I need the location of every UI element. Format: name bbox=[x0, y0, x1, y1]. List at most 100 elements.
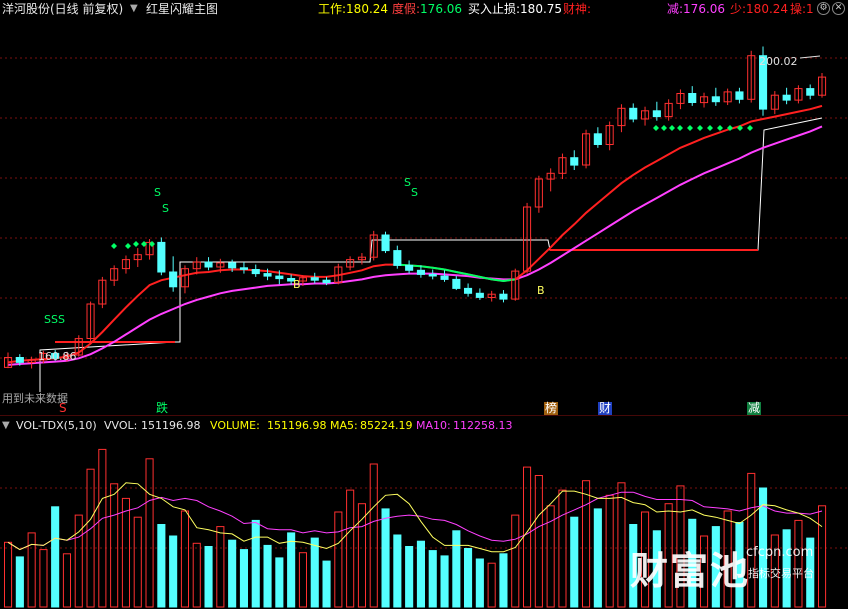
candle-body bbox=[204, 261, 213, 268]
high-price-label: 200.02 bbox=[759, 55, 798, 68]
candle-body bbox=[428, 273, 437, 277]
volume-bar bbox=[216, 526, 225, 608]
volume-bar bbox=[133, 516, 142, 608]
volume-value: 151196.98 bbox=[267, 419, 327, 432]
volume-bar bbox=[511, 514, 520, 608]
volume-bar bbox=[440, 555, 449, 608]
volume-bar bbox=[192, 542, 201, 608]
low-price-label: 160.86 bbox=[38, 350, 77, 363]
volume-bar bbox=[452, 530, 461, 608]
candle-body bbox=[169, 271, 178, 288]
volume-bar bbox=[570, 516, 579, 608]
volume-bar bbox=[228, 539, 237, 608]
volume-bar bbox=[110, 483, 119, 608]
buy-diamond bbox=[111, 243, 117, 249]
volume-bar bbox=[593, 508, 602, 608]
ma10-value: 112258.13 bbox=[453, 419, 513, 432]
volume-header: ▼ VOL-TDX(5,10) VVOL: 151196.98 VOLUME: … bbox=[0, 418, 848, 434]
candle-body bbox=[275, 275, 284, 280]
volume-bar bbox=[157, 524, 166, 608]
volume-dropdown-icon[interactable]: ▼ bbox=[2, 419, 10, 433]
buy-diamond bbox=[133, 241, 139, 247]
vvol-value: 151196.98 bbox=[141, 419, 201, 432]
sell-signal-label: S bbox=[154, 186, 161, 199]
buy-diamond bbox=[661, 125, 667, 131]
volume-bar bbox=[239, 549, 248, 608]
bottom-mark: 减 bbox=[747, 401, 762, 415]
candle-body bbox=[239, 267, 248, 270]
candle-body bbox=[688, 93, 697, 103]
volume-bar bbox=[818, 505, 827, 608]
volume-bar bbox=[357, 503, 366, 608]
candle-body bbox=[735, 91, 744, 100]
buy-diamond bbox=[125, 243, 131, 249]
candle-body bbox=[393, 250, 402, 266]
volume-bar bbox=[534, 475, 543, 608]
bottom-mark: 榜 bbox=[544, 401, 559, 415]
volume-bar bbox=[74, 514, 83, 608]
volume-bar bbox=[428, 550, 437, 608]
volume-bar bbox=[322, 560, 331, 608]
buy-signal-label: B bbox=[293, 278, 301, 291]
ma5-value: 85224.19 bbox=[360, 419, 413, 432]
volume-bar bbox=[605, 494, 614, 608]
ma5-label: MA5: bbox=[330, 419, 358, 432]
volume-bar bbox=[381, 508, 390, 608]
volume-bar bbox=[617, 482, 626, 608]
stop-line bbox=[39, 117, 823, 392]
volume-bar bbox=[310, 537, 319, 608]
bottom-mark: 财 bbox=[598, 401, 613, 415]
volume-bar bbox=[204, 546, 213, 608]
watermark-site: cfcpn.com bbox=[746, 545, 814, 560]
volume-bar bbox=[558, 489, 567, 608]
volume-bar bbox=[169, 535, 178, 608]
volume-label: VOLUME: bbox=[210, 419, 260, 432]
candle-body bbox=[251, 269, 260, 275]
candle-body bbox=[570, 157, 579, 166]
volume-bar bbox=[393, 534, 402, 608]
candle-body bbox=[499, 293, 508, 300]
buy-diamond bbox=[747, 125, 753, 131]
volume-bar bbox=[62, 553, 72, 608]
ma-red-line bbox=[7, 104, 823, 364]
candle-body bbox=[310, 277, 319, 281]
volume-bar bbox=[523, 466, 532, 608]
vvol-label: VVOL: bbox=[104, 419, 138, 432]
buy-diamond bbox=[687, 125, 693, 131]
volume-bar bbox=[298, 552, 307, 608]
ma10-label: MA10: bbox=[416, 419, 451, 432]
buy-signal-label: B bbox=[537, 284, 545, 297]
watermark-logo-text: 财富池 bbox=[630, 549, 751, 593]
candle-body bbox=[15, 357, 24, 363]
candle-body bbox=[405, 264, 414, 271]
volume-bar bbox=[369, 463, 378, 608]
candle-body bbox=[157, 241, 166, 273]
sell-signal-label: S bbox=[162, 202, 169, 215]
volume-bar bbox=[582, 480, 591, 608]
candle-body bbox=[263, 273, 272, 277]
volume-bar bbox=[546, 505, 555, 608]
volume-bar bbox=[4, 541, 13, 608]
candle-body bbox=[629, 107, 638, 120]
candle-body bbox=[464, 287, 473, 294]
candle-body bbox=[711, 96, 720, 103]
volume-bar bbox=[416, 540, 425, 608]
volume-bar bbox=[98, 448, 107, 608]
volume-bar bbox=[499, 553, 508, 608]
volume-indicator-name[interactable]: VOL-TDX(5,10) bbox=[16, 419, 97, 433]
volume-bar bbox=[346, 489, 355, 608]
sell-signal-label: S bbox=[404, 176, 411, 189]
candle-body bbox=[452, 278, 461, 289]
candle-body bbox=[228, 262, 237, 269]
bottom-mark: 跌 bbox=[156, 401, 169, 415]
candle-body bbox=[652, 110, 661, 118]
volume-bar bbox=[334, 511, 343, 608]
volume-bar bbox=[287, 532, 296, 608]
sell-signal-label: S bbox=[411, 186, 418, 199]
buy-diamond bbox=[707, 125, 713, 131]
volume-bar bbox=[39, 549, 48, 608]
volume-bar bbox=[86, 468, 95, 608]
main-price-chart[interactable]: 200.02160.86用到未来数据SSSSSSSB B bbox=[0, 0, 848, 416]
candle-body bbox=[440, 275, 449, 280]
volume-bar bbox=[15, 556, 24, 608]
